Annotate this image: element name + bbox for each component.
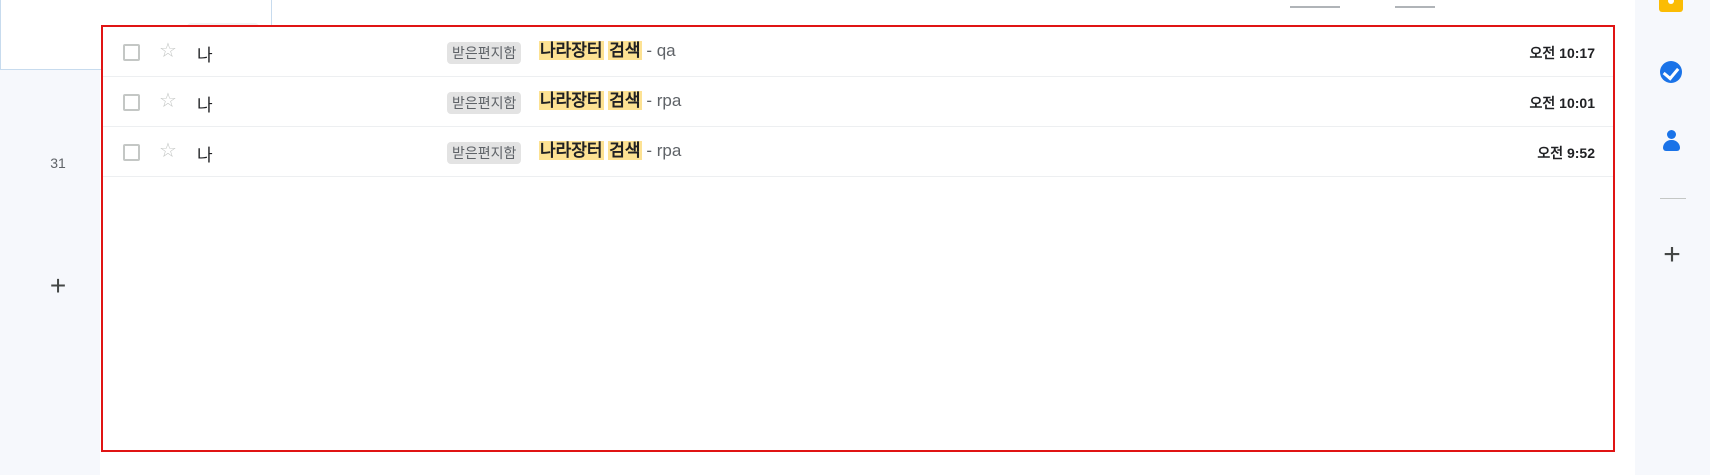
email-subject: 나라장터 검색 - qa (539, 40, 676, 62)
sender-name: 나 (197, 146, 213, 165)
keep-icon[interactable] (1659, 0, 1683, 12)
subject-highlight: 검색 (608, 41, 642, 60)
sender-name: 나 (197, 46, 213, 65)
star-icon[interactable]: ☆ (159, 40, 177, 62)
email-subject: 나라장터 검색 - rpa (539, 90, 681, 112)
rail-count-bottom: 31 (50, 155, 66, 171)
email-snippet: rpa (656, 91, 682, 110)
tasks-icon[interactable] (1660, 61, 1682, 83)
email-time: 오전 10:17 (1529, 45, 1595, 61)
inbox-label-chip[interactable]: 받은편지함 (447, 92, 522, 114)
contacts-icon-body (1663, 140, 1680, 151)
email-time: 오전 10:01 (1529, 95, 1595, 111)
star-icon[interactable]: ☆ (159, 90, 177, 112)
pagination-arrows-fragment (1395, 0, 1435, 8)
row-checkbox[interactable] (123, 44, 140, 61)
subject-separator: - (646, 141, 652, 160)
contacts-icon[interactable] (1662, 130, 1680, 152)
subject-separator: - (646, 41, 652, 60)
star-icon[interactable]: ☆ (159, 140, 177, 162)
contacts-icon-head (1667, 130, 1676, 139)
email-time: 오전 9:52 (1537, 145, 1595, 161)
subject-highlight: 나라장터 (539, 141, 604, 160)
email-snippet: qa (656, 41, 676, 60)
email-row[interactable]: ☆ 나 받은편지함 나라장터 검색 - rpa 오전 9:52 (103, 127, 1613, 177)
pagination-fragment (1290, 0, 1340, 8)
subject-highlight: 검색 (608, 141, 642, 160)
inbox-label-chip[interactable]: 받은편지함 (447, 42, 522, 64)
subject-highlight: 검색 (608, 91, 642, 110)
subject-separator: - (646, 91, 652, 110)
row-checkbox[interactable] (123, 144, 140, 161)
subject-highlight: 나라장터 (539, 91, 604, 110)
left-rail-plus-icon[interactable]: + (44, 272, 72, 300)
get-addons-plus-icon[interactable]: + (1657, 240, 1687, 270)
inbox-label-chip[interactable]: 받은편지함 (447, 142, 522, 164)
email-subject: 나라장터 검색 - rpa (539, 140, 681, 162)
sender-name: 나 (197, 96, 213, 115)
side-panel-rail: + (1635, 0, 1710, 475)
subject-highlight: 나라장터 (539, 41, 604, 60)
email-snippet: rpa (656, 141, 682, 160)
email-row[interactable]: ☆ 나 받은편지함 나라장터 검색 - qa 오전 10:17 (103, 27, 1613, 77)
left-rail: 3 31 + (0, 0, 100, 475)
rail-divider (1660, 198, 1686, 199)
row-checkbox[interactable] (123, 94, 140, 111)
email-row[interactable]: ☆ 나 받은편지함 나라장터 검색 - rpa 오전 10:01 (103, 77, 1613, 127)
